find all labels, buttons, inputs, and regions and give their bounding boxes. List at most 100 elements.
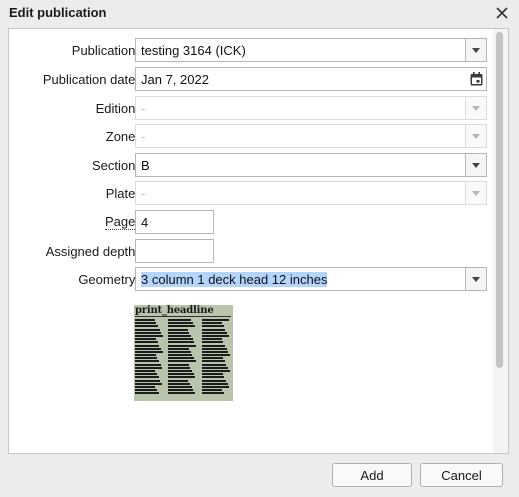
preview-text-line (135, 376, 159, 379)
assigned-depth-input[interactable] (135, 239, 214, 263)
preview-column-3 (202, 319, 230, 397)
publication-value: testing 3164 (ICK) (141, 43, 246, 58)
geometry-dropdown-button[interactable] (465, 268, 486, 290)
preview-text-line (202, 363, 227, 366)
preview-text-line (168, 341, 195, 344)
preview-text-line (135, 322, 157, 325)
preview-text-line (202, 389, 223, 392)
preview-text-line (168, 379, 189, 382)
edition-dropdown-button[interactable] (465, 97, 486, 119)
preview-text-line (168, 382, 191, 385)
preview-text-line (168, 350, 191, 353)
section-dropdown-button[interactable] (465, 154, 486, 176)
geometry-row: Geometry: 3 column 1 deck head 12 inches (9, 267, 493, 291)
preview-text-line (202, 373, 223, 376)
zone-dropdown-button[interactable] (465, 125, 486, 147)
publication-dropdown-button[interactable] (465, 39, 486, 61)
chevron-down-icon (472, 190, 480, 196)
preview-text-line (168, 338, 193, 341)
preview-text-line (168, 331, 190, 334)
preview-text-line (135, 319, 155, 321)
preview-text-line (168, 319, 192, 321)
zone-label: Zone: (105, 129, 139, 144)
preview-text-line (168, 325, 195, 328)
preview-text-line (202, 385, 230, 388)
page-value: 4 (141, 215, 149, 230)
preview-text-line (135, 392, 159, 395)
publication-select[interactable]: testing 3164 (ICK) (135, 38, 487, 62)
preview-text-line (202, 338, 222, 341)
plate-value: - (141, 186, 146, 201)
preview-text-line (202, 328, 226, 331)
add-button[interactable]: Add (332, 463, 412, 487)
assigned-depth-row: Assigned depth: (9, 239, 493, 263)
preview-text-line (202, 370, 230, 372)
geometry-value-wrap: 3 column 1 deck head 12 inches (141, 272, 328, 287)
preview-text-line (135, 370, 156, 372)
geometry-label: Geometry: (78, 272, 139, 287)
zone-select[interactable]: - (135, 124, 487, 148)
chevron-down-icon (472, 162, 480, 168)
preview-column-2 (168, 319, 196, 397)
preview-text-line (135, 347, 162, 350)
zone-row: Zone: - (9, 124, 493, 148)
plate-dropdown-button[interactable] (465, 182, 486, 204)
preview-text-line (202, 366, 229, 369)
preview-text-line (202, 325, 224, 328)
preview-text-line (168, 370, 193, 372)
preview-text-line (168, 363, 189, 366)
preview-text-line (202, 344, 225, 347)
preview-text-line (135, 331, 162, 334)
publication-date-input[interactable]: Jan 7, 2022 (135, 67, 487, 91)
preview-text-line (202, 357, 223, 360)
preview-text-line (202, 376, 225, 379)
preview-text-line (168, 354, 193, 357)
section-value: B (141, 158, 150, 173)
preview-text-line (135, 382, 163, 385)
page-label: Page: (105, 214, 139, 230)
preview-text-line (168, 376, 196, 379)
preview-text-line (202, 341, 224, 344)
preview-text-line (135, 344, 160, 347)
preview-text-line (168, 385, 192, 388)
form-content: Publication: testing 3164 (ICK) Publicat… (9, 29, 494, 453)
preview-text-line (202, 392, 225, 395)
page-row: Page: 4 (9, 210, 493, 234)
edition-select[interactable]: - (135, 96, 487, 120)
preview-text-line (202, 379, 227, 382)
preview-text-line (202, 334, 229, 337)
preview-text-line (168, 334, 191, 337)
edition-label: Edition: (95, 101, 139, 116)
geometry-preview-thumbnail: print_headline (134, 305, 233, 401)
preview-text-line (202, 360, 225, 363)
preview-text-line (135, 366, 163, 369)
page-input[interactable]: 4 (135, 210, 214, 234)
vertical-scrollbar[interactable] (493, 29, 508, 453)
preview-text-line (202, 319, 229, 321)
calendar-icon[interactable] (466, 68, 486, 90)
form-panel: Publication: testing 3164 (ICK) Publicat… (8, 28, 509, 454)
scrollbar-thumb[interactable] (496, 32, 503, 368)
preview-text-line (168, 360, 196, 363)
chevron-down-icon (472, 276, 480, 282)
plate-label: Plate: (105, 186, 139, 201)
section-select[interactable]: B (135, 153, 487, 177)
preview-text-line (135, 385, 156, 388)
preview-text-line (168, 357, 195, 360)
preview-text-line (168, 328, 188, 331)
plate-select[interactable]: - (135, 181, 487, 205)
cancel-button[interactable]: Cancel (420, 463, 503, 487)
geometry-select[interactable]: 3 column 1 deck head 12 inches (135, 267, 487, 291)
preview-text-line (202, 347, 227, 350)
preview-text-line (168, 344, 196, 347)
close-icon[interactable] (493, 4, 511, 22)
preview-column-1 (135, 319, 163, 397)
assigned-depth-label: Assigned depth: (45, 244, 139, 259)
preview-text-line (168, 322, 193, 325)
edition-value: - (141, 101, 146, 116)
geometry-value: 3 column 1 deck head 12 inches (141, 272, 328, 287)
section-row: Section: B (9, 153, 493, 177)
dialog-title: Edit publication (9, 5, 107, 20)
preview-text-line (168, 392, 196, 395)
chevron-down-icon (472, 105, 480, 111)
